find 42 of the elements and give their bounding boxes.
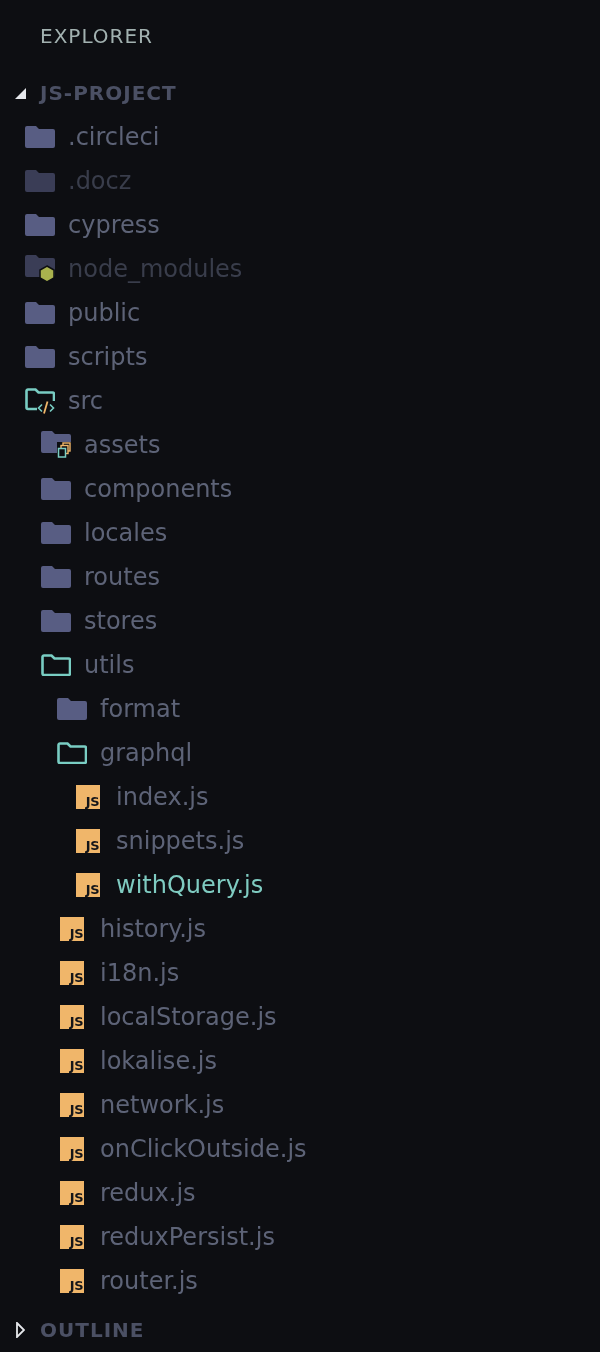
file-type-badge: JS: [60, 1225, 84, 1249]
file-type-badge: JS: [60, 1093, 84, 1117]
folder-name[interactable]: routes: [84, 562, 160, 592]
file-name[interactable]: onClickOutside.js: [100, 1134, 307, 1164]
file-type-badge: JS: [76, 873, 100, 897]
folder-name[interactable]: format: [100, 694, 181, 724]
file-name[interactable]: i18n.js: [100, 958, 180, 988]
folder-name[interactable]: locales: [84, 518, 168, 548]
file-type-badge: JS: [60, 1137, 84, 1161]
folder-name[interactable]: scripts: [68, 342, 148, 372]
folder-name[interactable]: cypress: [68, 210, 160, 240]
file-type-badge: JS: [60, 917, 84, 941]
folder-name[interactable]: graphql: [100, 738, 193, 768]
file-name[interactable]: localStorage.js: [100, 1002, 277, 1032]
folder-name[interactable]: node_modules: [68, 254, 243, 284]
folder-name[interactable]: src: [68, 386, 104, 416]
file-type-badge: JS: [60, 1049, 84, 1073]
file-name[interactable]: reduxPersist.js: [100, 1222, 275, 1252]
file-name[interactable]: index.js: [116, 782, 209, 812]
file-name[interactable]: snippets.js: [116, 826, 245, 856]
file-type-badge: JS: [60, 1269, 84, 1293]
file-type-badge: JS: [60, 961, 84, 985]
file-type-badge: JS: [76, 785, 100, 809]
file-type-badge: JS: [60, 1181, 84, 1205]
folder-name[interactable]: .circleci: [68, 122, 160, 152]
file-name[interactable]: lokalise.js: [100, 1046, 217, 1076]
file-type-badge: JS: [60, 1005, 84, 1029]
panel-title: EXPLORER: [40, 23, 153, 48]
folder-name[interactable]: assets: [84, 430, 161, 460]
file-name[interactable]: network.js: [100, 1090, 225, 1120]
folder-name[interactable]: components: [84, 474, 233, 504]
section-header[interactable]: JS-PROJECT: [15, 71, 177, 115]
folder-name[interactable]: public: [68, 298, 141, 328]
folder-name[interactable]: stores: [84, 606, 158, 636]
folder-name[interactable]: .docz: [68, 166, 132, 196]
file-name[interactable]: redux.js: [100, 1178, 196, 1208]
file-type-badge: JS: [76, 829, 100, 853]
file-name[interactable]: router.js: [100, 1266, 198, 1296]
section-header[interactable]: OUTLINE: [16, 1310, 145, 1350]
folder-name[interactable]: utils: [84, 650, 135, 680]
file-name[interactable]: withQuery.js: [116, 870, 264, 900]
file-name[interactable]: history.js: [100, 914, 206, 944]
